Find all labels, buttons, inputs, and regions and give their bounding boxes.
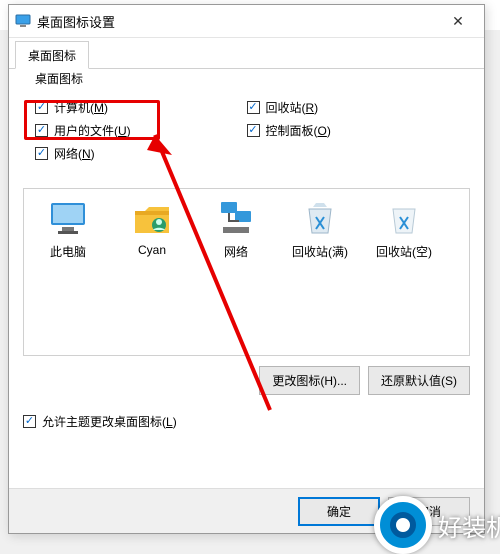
- icon-preview-area: 此电脑 Cyan 网络: [23, 188, 470, 356]
- icon-network[interactable]: 网络: [202, 197, 270, 260]
- icon-label: 网络: [202, 243, 270, 260]
- change-icon-button[interactable]: 更改图标(H)...: [259, 366, 360, 395]
- monitor-icon: [47, 197, 89, 239]
- icon-button-row: 更改图标(H)... 还原默认值(S): [23, 366, 470, 395]
- dialog-title: 桌面图标设置: [37, 12, 438, 31]
- checkbox-icon: ✓: [247, 101, 260, 114]
- checkbox-icon: ✓: [247, 124, 260, 137]
- icon-label: 此电脑: [34, 243, 102, 260]
- titlebar: 桌面图标设置 ✕: [9, 5, 484, 38]
- group-title: 桌面图标: [31, 70, 87, 87]
- checkbox-label: 用户的文件(U): [54, 122, 131, 139]
- checkbox-icon: ✓: [35, 147, 48, 160]
- ok-button[interactable]: 确定: [298, 497, 380, 526]
- recycle-bin-empty-icon: [383, 197, 425, 239]
- network-icon: [215, 197, 257, 239]
- checkbox-label: 网络(N): [54, 145, 95, 162]
- icon-label: Cyan: [118, 243, 186, 257]
- tabstrip: 桌面图标: [9, 38, 484, 69]
- user-folder-icon: [131, 197, 173, 239]
- sysicon-monitor-icon: [15, 13, 31, 29]
- checkbox-control-panel[interactable]: ✓ 控制面板(O): [247, 122, 459, 139]
- checkbox-icon: ✓: [35, 124, 48, 137]
- cancel-button[interactable]: 取消: [388, 497, 470, 526]
- checkbox-icon: ✓: [23, 415, 36, 428]
- checkbox-recycle-bin[interactable]: ✓ 回收站(R): [247, 99, 459, 116]
- dialog-footer: 确定 取消: [9, 488, 484, 533]
- checkbox-label: 控制面板(O): [266, 122, 331, 139]
- close-button[interactable]: ✕: [438, 7, 478, 35]
- checkbox-allow-theme[interactable]: ✓ 允许主题更改桌面图标(L): [23, 413, 470, 430]
- icon-this-pc[interactable]: 此电脑: [34, 197, 102, 260]
- tab-desktop-icons[interactable]: 桌面图标: [15, 41, 89, 69]
- desktop-icon-settings-dialog: 桌面图标设置 ✕ 桌面图标 桌面图标 ✓ 计算机(M) ✓ 用户的文件(U): [8, 4, 485, 534]
- checkbox-label: 计算机(M): [54, 99, 108, 116]
- checkbox-computer[interactable]: ✓ 计算机(M): [35, 99, 247, 116]
- recycle-bin-full-icon: [299, 197, 341, 239]
- restore-defaults-button[interactable]: 还原默认值(S): [368, 366, 470, 395]
- checkbox-label: 允许主题更改桌面图标(L): [42, 413, 177, 430]
- icon-recycle-empty[interactable]: 回收站(空): [370, 197, 438, 260]
- tab-content: 桌面图标 ✓ 计算机(M) ✓ 用户的文件(U) ✓ 网络(N): [9, 69, 484, 448]
- icon-label: 回收站(满): [286, 243, 354, 260]
- icon-label: 回收站(空): [370, 243, 438, 260]
- desktop-icons-group: 桌面图标 ✓ 计算机(M) ✓ 用户的文件(U) ✓ 网络(N): [23, 79, 470, 178]
- checkbox-user-files[interactable]: ✓ 用户的文件(U): [35, 122, 247, 139]
- checkbox-network[interactable]: ✓ 网络(N): [35, 145, 247, 162]
- checkbox-icon: ✓: [35, 101, 48, 114]
- icon-recycle-full[interactable]: 回收站(满): [286, 197, 354, 260]
- icon-user-folder[interactable]: Cyan: [118, 197, 186, 260]
- close-icon: ✕: [452, 13, 464, 30]
- checkbox-label: 回收站(R): [266, 99, 319, 116]
